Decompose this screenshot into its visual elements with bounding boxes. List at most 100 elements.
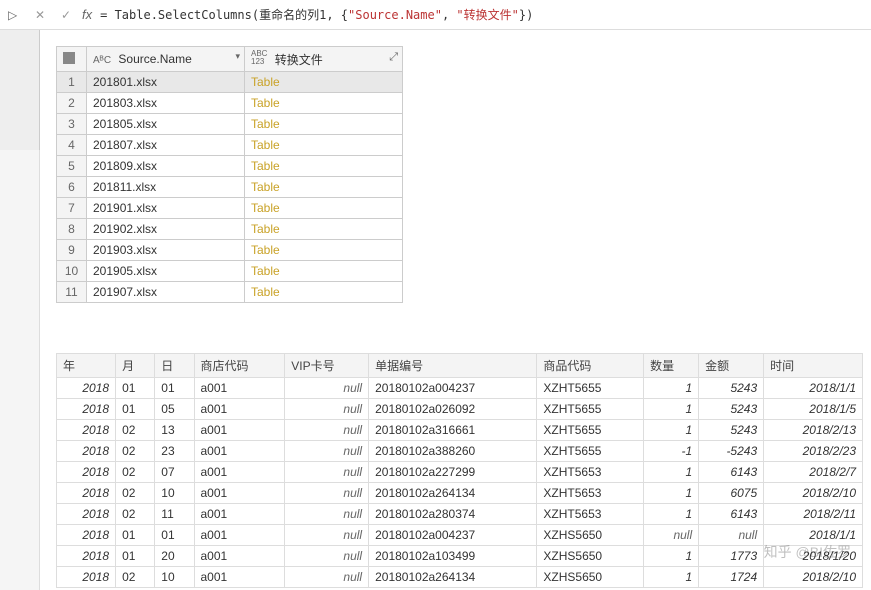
preview-cell[interactable]: a001 [194, 483, 285, 504]
preview-cell[interactable]: 20180102a004237 [369, 525, 537, 546]
preview-column-header[interactable]: 商品代码 [537, 354, 644, 378]
preview-cell[interactable]: null [644, 525, 699, 546]
preview-column-header[interactable]: 商店代码 [194, 354, 285, 378]
preview-cell[interactable]: 01 [116, 378, 155, 399]
row-number[interactable]: 8 [57, 219, 87, 240]
preview-row[interactable]: 20180211a001null20180102a280374XZHT56531… [57, 504, 863, 525]
preview-cell[interactable]: 1 [644, 546, 699, 567]
preview-column-header[interactable]: 日 [155, 354, 194, 378]
preview-cell[interactable]: a001 [194, 441, 285, 462]
preview-cell[interactable]: 2018 [57, 462, 116, 483]
preview-row[interactable]: 20180223a001null20180102a388260XZHT5655-… [57, 441, 863, 462]
preview-cell[interactable]: 6075 [699, 483, 764, 504]
preview-row[interactable]: 20180101a001null20180102a004237XZHS5650n… [57, 525, 863, 546]
preview-column-header[interactable]: 数量 [644, 354, 699, 378]
preview-cell[interactable]: 2018 [57, 399, 116, 420]
cell-table-link[interactable]: Table [245, 156, 403, 177]
cell-source-name[interactable]: 201807.xlsx [87, 135, 245, 156]
confirm-icon[interactable]: ✓ [56, 5, 76, 25]
cell-table-link[interactable]: Table [245, 198, 403, 219]
preview-cell[interactable]: 2018/1/1 [764, 378, 863, 399]
preview-cell[interactable]: 20180102a227299 [369, 462, 537, 483]
cell-source-name[interactable]: 201903.xlsx [87, 240, 245, 261]
preview-cell[interactable]: 13 [155, 420, 194, 441]
preview-cell[interactable]: a001 [194, 567, 285, 588]
preview-column-header[interactable]: VIP卡号 [285, 354, 369, 378]
preview-cell[interactable]: 6143 [699, 462, 764, 483]
preview-cell[interactable]: 07 [155, 462, 194, 483]
preview-row[interactable]: 20180213a001null20180102a316661XZHT56551… [57, 420, 863, 441]
sidebar-tab[interactable] [0, 30, 40, 150]
preview-cell[interactable]: null [285, 504, 369, 525]
preview-cell[interactable]: a001 [194, 525, 285, 546]
preview-cell[interactable]: 2018/2/13 [764, 420, 863, 441]
preview-cell[interactable]: 2018/2/23 [764, 441, 863, 462]
cell-source-name[interactable]: 201901.xlsx [87, 198, 245, 219]
preview-cell[interactable]: 23 [155, 441, 194, 462]
preview-cell[interactable]: 2018/1/5 [764, 399, 863, 420]
cell-table-link[interactable]: Table [245, 219, 403, 240]
preview-cell[interactable]: 20 [155, 546, 194, 567]
row-number[interactable]: 11 [57, 282, 87, 303]
preview-cell[interactable]: null [285, 420, 369, 441]
chevron-right-icon[interactable]: ▷ [8, 8, 22, 22]
preview-cell[interactable]: 20180102a264134 [369, 567, 537, 588]
preview-cell[interactable]: 20180102a026092 [369, 399, 537, 420]
preview-cell[interactable]: 20180102a316661 [369, 420, 537, 441]
preview-cell[interactable]: 11 [155, 504, 194, 525]
preview-cell[interactable]: 01 [155, 378, 194, 399]
preview-cell[interactable]: 5243 [699, 420, 764, 441]
preview-cell[interactable]: -5243 [699, 441, 764, 462]
preview-cell[interactable]: 02 [116, 420, 155, 441]
preview-cell[interactable]: 01 [155, 525, 194, 546]
preview-cell[interactable]: 05 [155, 399, 194, 420]
preview-cell[interactable]: 1 [644, 378, 699, 399]
preview-cell[interactable]: 10 [155, 567, 194, 588]
table-row[interactable]: 9201903.xlsxTable [57, 240, 403, 261]
column-header-source-name[interactable]: AᴮC Source.Name ▾ [87, 47, 245, 72]
preview-row[interactable]: 20180210a001null20180102a264134XZHT56531… [57, 483, 863, 504]
preview-column-header[interactable]: 单据编号 [369, 354, 537, 378]
preview-cell[interactable]: 5243 [699, 399, 764, 420]
preview-cell[interactable]: null [285, 441, 369, 462]
cell-table-link[interactable]: Table [245, 135, 403, 156]
preview-cell[interactable]: XZHT5655 [537, 420, 644, 441]
table-row[interactable]: 3201805.xlsxTable [57, 114, 403, 135]
preview-cell[interactable]: 10 [155, 483, 194, 504]
table-row[interactable]: 2201803.xlsxTable [57, 93, 403, 114]
preview-cell[interactable]: null [285, 567, 369, 588]
preview-cell[interactable]: 2018/2/10 [764, 483, 863, 504]
preview-cell[interactable]: a001 [194, 504, 285, 525]
preview-column-header[interactable]: 年 [57, 354, 116, 378]
table-corner[interactable] [57, 47, 87, 72]
row-number[interactable]: 3 [57, 114, 87, 135]
preview-cell[interactable]: null [285, 525, 369, 546]
row-number[interactable]: 9 [57, 240, 87, 261]
preview-cell[interactable]: null [285, 462, 369, 483]
cell-table-link[interactable]: Table [245, 240, 403, 261]
preview-cell[interactable]: null [699, 525, 764, 546]
cell-table-link[interactable]: Table [245, 177, 403, 198]
preview-cell[interactable]: null [285, 483, 369, 504]
cancel-icon[interactable]: ✕ [30, 5, 50, 25]
preview-row[interactable]: 20180120a001null20180102a103499XZHS56501… [57, 546, 863, 567]
row-number[interactable]: 10 [57, 261, 87, 282]
preview-cell[interactable]: XZHT5653 [537, 483, 644, 504]
preview-cell[interactable]: 20180102a004237 [369, 378, 537, 399]
preview-cell[interactable]: a001 [194, 399, 285, 420]
preview-cell[interactable]: 2018 [57, 546, 116, 567]
preview-cell[interactable]: 1 [644, 504, 699, 525]
preview-cell[interactable]: 6143 [699, 504, 764, 525]
preview-row[interactable]: 20180105a001null20180102a026092XZHT56551… [57, 399, 863, 420]
cell-source-name[interactable]: 201801.xlsx [87, 72, 245, 93]
cell-table-link[interactable]: Table [245, 114, 403, 135]
preview-cell[interactable]: 2018/1/1 [764, 525, 863, 546]
preview-cell[interactable]: 02 [116, 567, 155, 588]
column-header-transform[interactable]: ABC 123 转换文件 ⤢ [245, 47, 403, 72]
preview-cell[interactable]: 2018 [57, 378, 116, 399]
preview-cell[interactable]: 02 [116, 504, 155, 525]
row-number[interactable]: 2 [57, 93, 87, 114]
preview-cell[interactable]: 20180102a103499 [369, 546, 537, 567]
preview-cell[interactable]: a001 [194, 378, 285, 399]
table-row[interactable]: 4201807.xlsxTable [57, 135, 403, 156]
